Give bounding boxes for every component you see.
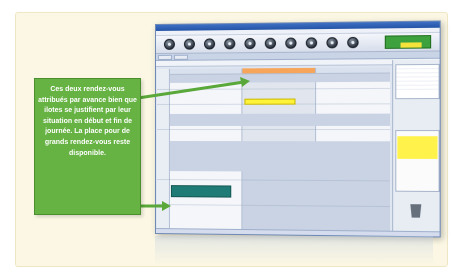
- mini-calendar[interactable]: [395, 63, 440, 100]
- blocked-slot: [169, 113, 391, 126]
- callout-box: Ces deux rendez-vous attribués par avanc…: [34, 78, 141, 215]
- callout-text: Ces deux rendez-vous attribués par avanc…: [38, 86, 137, 157]
- waiting-list[interactable]: [395, 130, 440, 193]
- toolbar-button-icon[interactable]: [347, 36, 359, 49]
- blocked-slot: [169, 73, 391, 83]
- toolbar-button-icon[interactable]: [326, 37, 338, 49]
- toolbar-button-icon[interactable]: [264, 37, 277, 49]
- trash-icon[interactable]: [409, 204, 423, 218]
- side-panel: [392, 59, 441, 236]
- toolbar-button-icon[interactable]: [204, 38, 216, 50]
- toolbar-button-icon[interactable]: [305, 37, 318, 49]
- lunch-break: [169, 141, 391, 173]
- appointment-morning[interactable]: [244, 98, 296, 105]
- appointment-evening[interactable]: [170, 185, 232, 198]
- hour-column: [156, 68, 170, 230]
- status-widget: [384, 35, 432, 49]
- agenda-grid: [156, 67, 391, 232]
- toolbar-button-icon[interactable]: [183, 38, 195, 50]
- toolbar: [155, 32, 440, 54]
- tab[interactable]: [173, 54, 188, 60]
- toolbar-button-icon[interactable]: [285, 37, 297, 49]
- toolbar-button-icon[interactable]: [224, 38, 236, 50]
- toolbar-button-icon[interactable]: [163, 38, 175, 50]
- screenshot-reflection: [155, 236, 433, 264]
- tab[interactable]: [157, 54, 172, 60]
- toolbar-button-icon[interactable]: [244, 37, 256, 50]
- agenda-screenshot: [155, 20, 441, 238]
- figure: Ces deux rendez-vous attribués par avanc…: [0, 0, 463, 279]
